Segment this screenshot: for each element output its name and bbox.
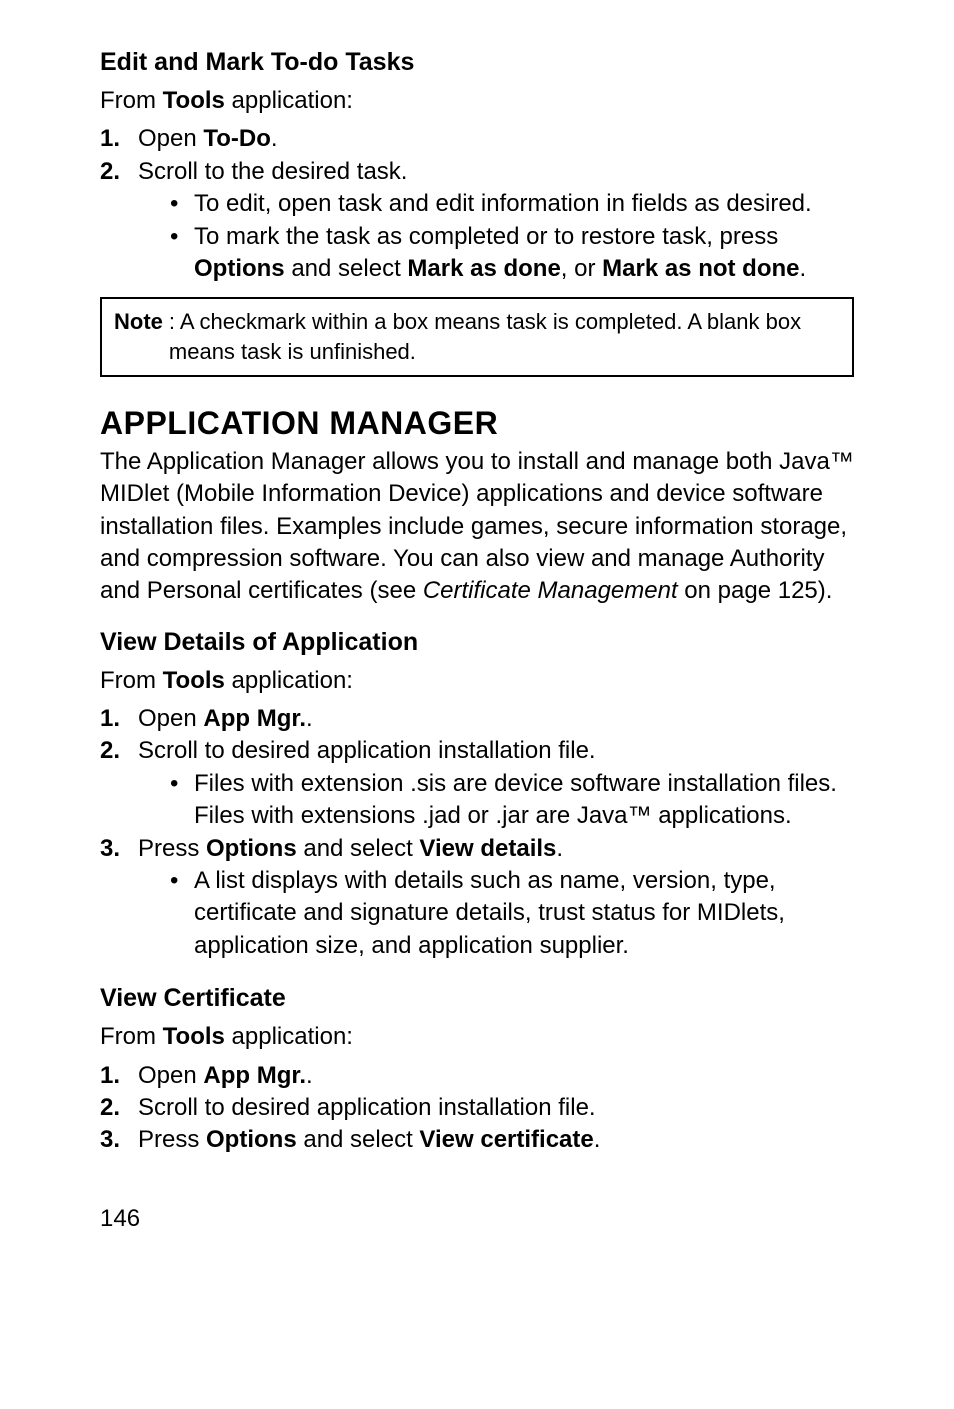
text: Press [138, 1126, 206, 1153]
intro-line-1: From Tools application: [100, 85, 854, 117]
intro-line-4: From Tools application: [100, 1021, 854, 1053]
bullet-item: To mark the task as completed or to rest… [138, 221, 854, 286]
note-text: : A checkmark within a box means task is… [169, 307, 840, 366]
text: on page 125). [678, 577, 833, 604]
heading-edit-mark: Edit and Mark To-do Tasks [100, 48, 854, 77]
bullet-list: A list displays with details such as nam… [138, 865, 854, 962]
text: and select [285, 255, 408, 282]
heading-view-certificate: View Certificate [100, 984, 854, 1013]
text: . [306, 1062, 313, 1089]
bullet-item: A list displays with details such as nam… [138, 865, 854, 962]
tools-label: Tools [163, 1023, 225, 1050]
page-number: 146 [100, 1205, 854, 1233]
bullet-list: To edit, open task and edit information … [138, 188, 854, 285]
text: From [100, 87, 163, 114]
bullet-item: Files with extension .sis are device sof… [138, 768, 854, 833]
text: . [306, 705, 313, 732]
bullet-list: Files with extension .sis are device sof… [138, 768, 854, 833]
text: Scroll to desired application installati… [138, 737, 596, 764]
app-mgr-label: App Mgr. [203, 1062, 306, 1089]
mark-not-done-label: Mark as not done [602, 255, 799, 282]
options-label: Options [206, 835, 297, 862]
todo-label: To-Do [203, 125, 271, 152]
text: application: [225, 87, 353, 114]
text: and select [297, 835, 420, 862]
view-details-label: View details [419, 835, 556, 862]
note-box: Note : A checkmark within a box means ta… [100, 297, 854, 376]
mark-done-label: Mark as done [407, 255, 560, 282]
text: From [100, 667, 163, 694]
text: application: [225, 1023, 353, 1050]
text: . [556, 835, 563, 862]
text: Press [138, 835, 206, 862]
note-label: Note [114, 307, 163, 366]
step-item: Press Options and select View certificat… [100, 1124, 854, 1156]
step-item: Scroll to desired application installati… [100, 1092, 854, 1124]
text: , or [561, 255, 602, 282]
tools-label: Tools [163, 667, 225, 694]
heading-application-manager: APPLICATION MANAGER [100, 405, 854, 442]
text: and select [297, 1126, 420, 1153]
text: Open [138, 125, 203, 152]
bullet-item: To edit, open task and edit information … [138, 188, 854, 220]
step-item: Open To-Do. [100, 123, 854, 155]
step-item: Press Options and select View details. A… [100, 833, 854, 963]
cert-mgmt-ref: Certificate Management [423, 577, 678, 604]
steps-list-3: Open App Mgr.. Scroll to desired applica… [100, 703, 854, 962]
step-item: Scroll to the desired task. To edit, ope… [100, 156, 854, 286]
options-label: Options [206, 1126, 297, 1153]
text: . [271, 125, 278, 152]
step-item: Open App Mgr.. [100, 1060, 854, 1092]
text: Open [138, 705, 203, 732]
text: Scroll to the desired task. [138, 158, 407, 185]
text: application: [225, 667, 353, 694]
text: . [594, 1126, 601, 1153]
text: Open [138, 1062, 203, 1089]
intro-line-3: From Tools application: [100, 665, 854, 697]
view-certificate-label: View certificate [419, 1126, 593, 1153]
app-manager-paragraph: The Application Manager allows you to in… [100, 446, 854, 608]
text: From [100, 1023, 163, 1050]
step-item: Open App Mgr.. [100, 703, 854, 735]
steps-list-4: Open App Mgr.. Scroll to desired applica… [100, 1060, 854, 1157]
page-content: Edit and Mark To-do Tasks From Tools app… [0, 0, 954, 1273]
options-label: Options [194, 255, 285, 282]
heading-view-details: View Details of Application [100, 628, 854, 657]
tools-label: Tools [163, 87, 225, 114]
step-item: Scroll to desired application installati… [100, 735, 854, 832]
text: To mark the task as completed or to rest… [194, 223, 778, 250]
app-mgr-label: App Mgr. [203, 705, 306, 732]
steps-list-1: Open To-Do. Scroll to the desired task. … [100, 123, 854, 285]
text: . [800, 255, 807, 282]
